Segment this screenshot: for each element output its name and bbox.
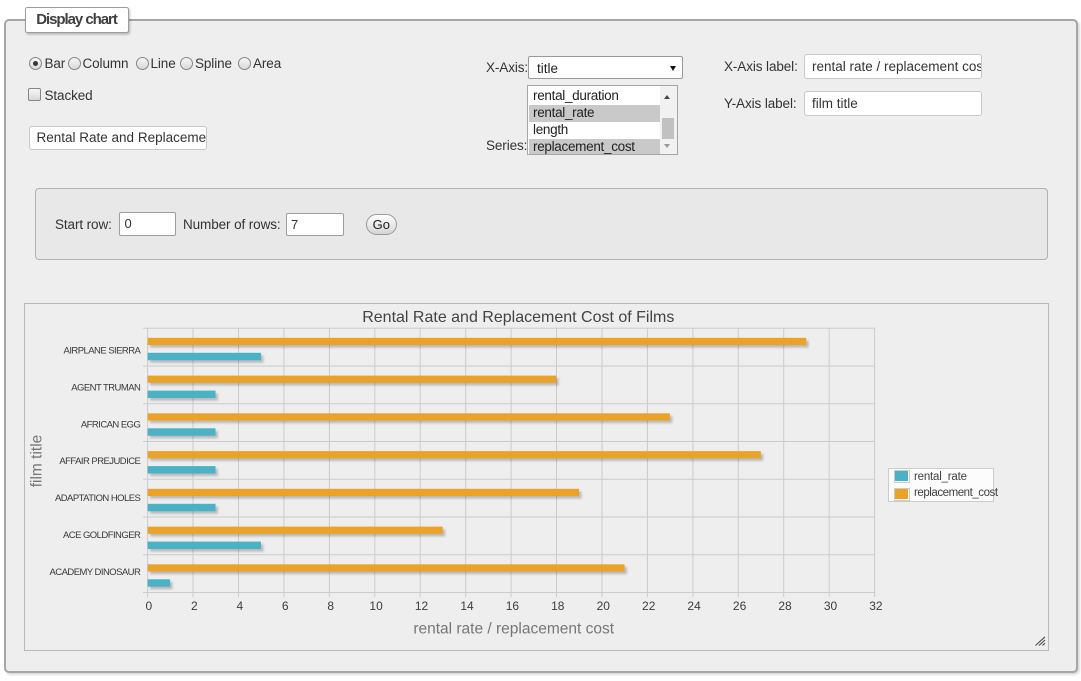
svg-text:ACE GOLDFINGER: ACE GOLDFINGER [63, 530, 141, 541]
svg-text:film title: film title [29, 435, 46, 488]
svg-text:32: 32 [869, 599, 883, 613]
svg-text:26: 26 [733, 599, 747, 613]
svg-text:8: 8 [327, 599, 334, 613]
svg-text:28: 28 [778, 599, 792, 613]
svg-text:18: 18 [551, 599, 565, 613]
svg-text:24: 24 [687, 599, 701, 613]
svg-text:14: 14 [460, 599, 474, 613]
svg-text:AGENT TRUMAN: AGENT TRUMAN [71, 382, 141, 393]
svg-text:0: 0 [146, 599, 153, 613]
svg-text:30: 30 [824, 599, 838, 613]
svg-text:22: 22 [642, 599, 656, 613]
svg-text:6: 6 [282, 599, 289, 613]
svg-text:16: 16 [506, 599, 520, 613]
svg-text:AFRICAN EGG: AFRICAN EGG [81, 419, 141, 430]
svg-text:12: 12 [415, 599, 429, 613]
svg-text:20: 20 [597, 599, 611, 613]
svg-text:AIRPLANE SIERRA: AIRPLANE SIERRA [64, 346, 142, 357]
svg-text:4: 4 [236, 599, 243, 613]
svg-text:AFFAIR PREJUDICE: AFFAIR PREJUDICE [59, 456, 140, 467]
svg-text:2: 2 [191, 599, 198, 613]
svg-text:ACADEMY DINOSAUR: ACADEMY DINOSAUR [50, 567, 141, 578]
svg-text:Rental Rate and Replacement Co: Rental Rate and Replacement Cost of Film… [362, 309, 674, 326]
svg-text:rental rate / replacement cost: rental rate / replacement cost [413, 621, 614, 638]
svg-text:10: 10 [369, 599, 383, 613]
svg-text:ADAPTATION HOLES: ADAPTATION HOLES [55, 493, 141, 504]
